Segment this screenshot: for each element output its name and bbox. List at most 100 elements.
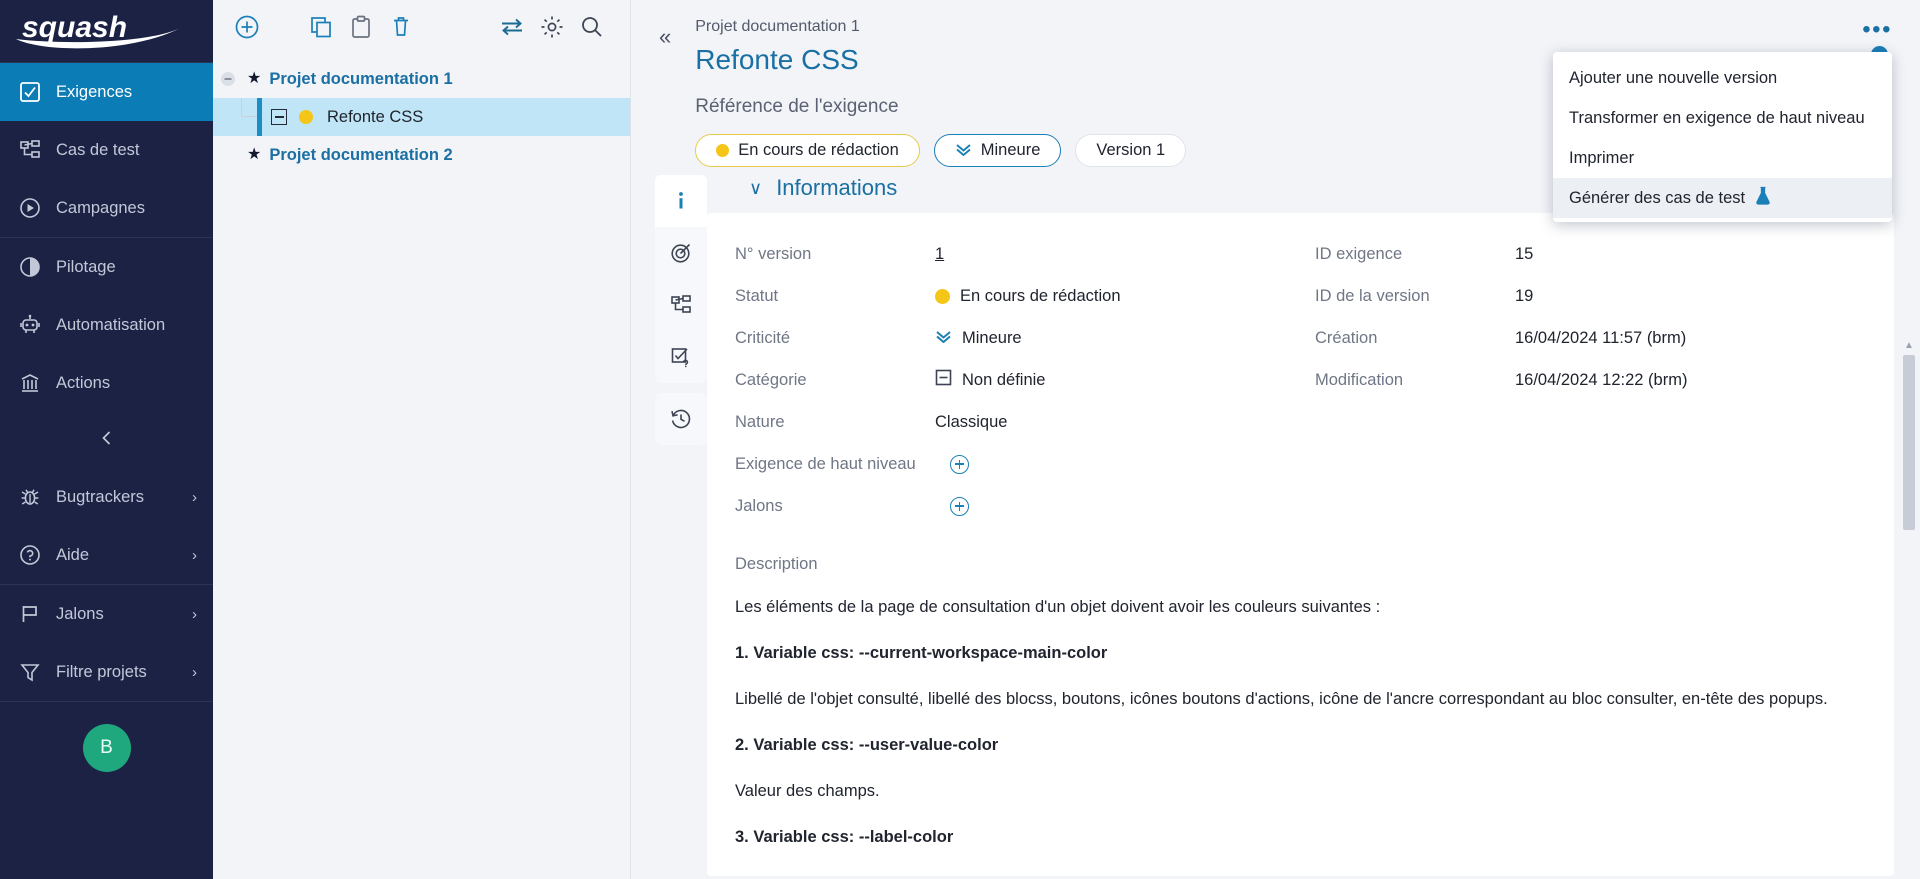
context-menu: Ajouter une nouvelle version Transformer… <box>1553 52 1892 222</box>
scrollbar-thumb[interactable] <box>1903 355 1915 530</box>
sidebar-item-pilotage[interactable]: Pilotage <box>0 238 213 296</box>
field-label: N° version <box>735 244 812 263</box>
version-badge[interactable]: Version 1 <box>1075 134 1187 167</box>
vertical-scrollbar[interactable]: ▲ <box>1902 167 1916 879</box>
sidebar-item-aide[interactable]: Aide › <box>0 526 213 584</box>
tree-guide-line <box>241 98 257 117</box>
field-label: ID de la version <box>1315 286 1430 305</box>
sidebar-item-jalons[interactable]: Jalons › <box>0 585 213 643</box>
scroll-up-arrow-icon[interactable]: ▲ <box>1902 337 1916 353</box>
add-icon[interactable] <box>227 7 267 47</box>
double-chevron-down-icon <box>935 329 952 348</box>
field-value-text: Classique <box>935 412 1008 431</box>
svg-text:squash: squash <box>22 11 127 44</box>
field-value[interactable]: 1 <box>935 245 944 264</box>
field-label: Catégorie <box>735 370 807 389</box>
tree-node-label: Projet documentation 1 <box>269 69 453 88</box>
content-body: ∨ Informations N° version 1 Statut En co… <box>631 167 1920 879</box>
status-badge-label: En cours de rédaction <box>738 141 899 159</box>
fields-right-column: ID exigence 15 ID de la version 19 Créat… <box>1315 233 1866 527</box>
menu-item-label: Générer des cas de test <box>1569 188 1746 207</box>
checkbox-checked-icon <box>18 80 42 104</box>
search-icon[interactable] <box>572 7 612 47</box>
field-row-id-exigence: ID exigence 15 <box>1315 233 1866 275</box>
field-row-exigence-haut-niveau: Exigence de haut niveau <box>735 443 1315 485</box>
sidebar-item-exigences[interactable]: Exigences <box>0 63 213 121</box>
plus-circle-icon[interactable] <box>950 496 969 516</box>
field-label: Nature <box>735 412 785 431</box>
field-label: Criticité <box>735 328 791 347</box>
rail-item-coverage[interactable] <box>655 227 707 279</box>
page-subtitle: Référence de l'exigence <box>695 96 899 117</box>
bug-icon <box>18 485 42 509</box>
tree-node-label: Projet documentation 2 <box>269 145 453 164</box>
double-chevron-down-icon <box>955 142 972 160</box>
field-row-criticite: Criticité Mineure <box>735 317 1315 359</box>
criticality-badge[interactable]: Mineure <box>933 134 1062 167</box>
badge-row: En cours de rédaction Mineure Version 1 <box>695 134 1187 167</box>
criticality-badge-label: Mineure <box>980 141 1041 159</box>
paste-clipboard-icon[interactable] <box>341 7 381 47</box>
sidebar-item-actions[interactable]: Actions <box>0 354 213 412</box>
rail-gap <box>655 383 707 393</box>
trash-icon[interactable] <box>381 7 421 47</box>
sidebar-item-label: Cas de test <box>56 140 140 159</box>
pie-chart-icon <box>18 255 42 279</box>
field-label: Exigence de haut niveau <box>735 454 916 473</box>
transfer-arrows-icon[interactable] <box>492 7 532 47</box>
sidebar-collapse-button[interactable] <box>0 412 213 468</box>
field-value-text: Non définie <box>962 370 1046 389</box>
tree-node-project-2[interactable]: ★ Projet documentation 2 <box>213 136 630 174</box>
information-icon <box>679 192 683 209</box>
main-content: « Projet documentation 1 Refonte CSS Réf… <box>631 0 1920 879</box>
rail-group-history <box>655 393 707 445</box>
square-minus-icon[interactable] <box>271 109 287 125</box>
field-value <box>950 496 969 516</box>
squash-logo[interactable]: squash <box>0 0 213 62</box>
sidebar-item-filtre-projets[interactable]: Filtre projets › <box>0 643 213 701</box>
menu-item-label: Imprimer <box>1569 148 1635 167</box>
gear-icon[interactable] <box>532 7 572 47</box>
sidebar-tools-nav: Bugtrackers › Aide › <box>0 468 213 584</box>
tree-node-refonte-css[interactable]: Refonte CSS <box>213 98 630 136</box>
sidebar-item-cas-de-test[interactable]: Cas de test <box>0 121 213 179</box>
rail-item-verify[interactable] <box>655 331 707 383</box>
menu-item-print[interactable]: Imprimer <box>1553 138 1892 178</box>
collapse-toggle-icon[interactable] <box>215 71 241 87</box>
field-row-id-version: ID de la version 19 <box>1315 275 1866 317</box>
section-rail <box>655 167 707 879</box>
page-title: Refonte CSS <box>695 44 859 75</box>
sidebar-item-campagnes[interactable]: Campagnes <box>0 179 213 237</box>
informations-card: N° version 1 Statut En cours de rédactio… <box>707 213 1894 876</box>
field-value-text: Mineure <box>962 328 1022 347</box>
sidebar-item-label: Aide <box>56 545 90 564</box>
rail-item-information[interactable] <box>655 175 707 227</box>
copy-icon[interactable] <box>301 7 341 47</box>
rail-item-hierarchy[interactable] <box>655 279 707 331</box>
menu-item-transform-high-level[interactable]: Transformer en exigence de haut niveau <box>1553 98 1892 138</box>
field-label: Modification <box>1315 370 1404 389</box>
history-clock-icon <box>671 409 691 429</box>
sidebar-item-automatisation[interactable]: Automatisation <box>0 296 213 354</box>
section-title: Informations <box>776 175 898 200</box>
field-label: Statut <box>735 286 779 305</box>
rail-item-history[interactable] <box>655 393 707 445</box>
field-value: 16/04/2024 11:57 (brm) <box>1515 328 1687 347</box>
field-value: 16/04/2024 12:22 (brm) <box>1515 370 1688 389</box>
sidebar-item-bugtrackers[interactable]: Bugtrackers › <box>0 468 213 526</box>
plus-circle-icon[interactable] <box>950 454 969 474</box>
version-number-link[interactable]: 1 <box>935 245 944 264</box>
menu-item-add-version[interactable]: Ajouter une nouvelle version <box>1553 58 1892 98</box>
menu-item-generate-test-cases[interactable]: Générer des cas de test <box>1553 178 1892 218</box>
tree-node-project-1[interactable]: ★ Projet documentation 1 <box>213 60 630 98</box>
fields-left-column: N° version 1 Statut En cours de rédactio… <box>735 233 1315 527</box>
field-value: En cours de rédaction <box>935 287 1121 306</box>
more-options-icon[interactable]: ••• <box>1862 18 1892 42</box>
field-value: 19 <box>1515 286 1534 305</box>
description-paragraph: Valeur des champs. <box>735 781 880 800</box>
status-badge[interactable]: En cours de rédaction <box>695 134 920 167</box>
menu-item-label: Ajouter une nouvelle version <box>1569 68 1778 87</box>
test-case-tree-icon <box>18 138 42 162</box>
double-chevron-left-icon[interactable]: « <box>659 24 671 50</box>
avatar[interactable]: B <box>82 724 131 772</box>
